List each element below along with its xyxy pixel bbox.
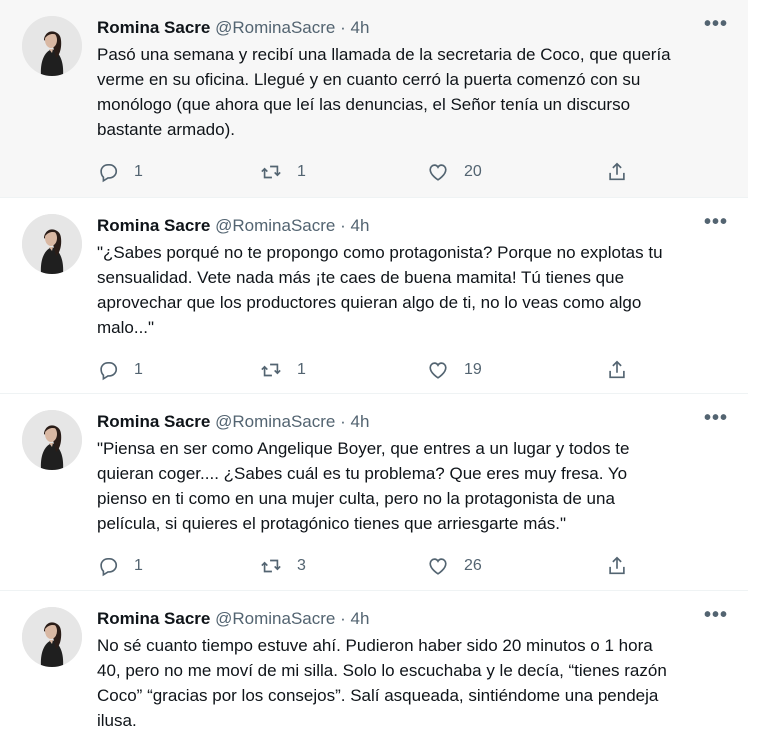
like-count: 19 [464, 361, 482, 378]
avatar[interactable] [22, 214, 82, 274]
timeline: Romina Sacre @RominaSacre · 4h ••• Pasó … [0, 0, 757, 740]
author-name[interactable]: Romina Sacre [97, 216, 210, 235]
tweet-header: Romina Sacre @RominaSacre · 4h ••• [97, 605, 728, 631]
more-icon[interactable]: ••• [704, 605, 728, 631]
separator-dot: · [340, 18, 346, 37]
tweet-actions: 1 3 26 [97, 551, 637, 581]
retweet-button[interactable]: 1 [260, 157, 306, 187]
retweet-icon [260, 161, 282, 183]
separator-dot: · [340, 216, 346, 235]
author-handle[interactable]: @RominaSacre [215, 412, 335, 431]
avatar-image [22, 214, 82, 274]
like-button[interactable]: 20 [427, 157, 482, 187]
retweet-count: 1 [297, 361, 306, 378]
like-count: 26 [464, 557, 482, 574]
heart-icon [427, 161, 449, 183]
tweet-actions: 1 1 19 [97, 355, 637, 385]
tweet-text: "Piensa en ser como Angelique Boyer, que… [97, 439, 630, 533]
author-handle[interactable]: @RominaSacre [215, 609, 335, 628]
reply-count: 1 [134, 361, 143, 378]
separator-dot: · [340, 412, 346, 431]
tweet-time[interactable]: 4h [351, 18, 370, 37]
avatar[interactable] [22, 607, 82, 667]
tweet[interactable]: Romina Sacre @RominaSacre · 4h ••• "¿Sab… [0, 198, 748, 394]
author-name[interactable]: Romina Sacre [97, 412, 210, 431]
tweet-text: "¿Sabes porqué no te propongo como prota… [97, 243, 663, 337]
author-handle[interactable]: @RominaSacre [215, 18, 335, 37]
author-name[interactable]: Romina Sacre [97, 18, 210, 37]
retweet-button[interactable]: 1 [260, 355, 306, 385]
tweet-header: Romina Sacre @RominaSacre · 4h ••• [97, 14, 728, 40]
share-button[interactable] [606, 551, 628, 581]
tweet-time[interactable]: 4h [351, 609, 370, 628]
retweet-button[interactable]: 3 [260, 551, 306, 581]
avatar-image [22, 607, 82, 667]
reply-count: 1 [134, 557, 143, 574]
avatar[interactable] [22, 410, 82, 470]
avatar-image [22, 16, 82, 76]
tweet[interactable]: Romina Sacre @RominaSacre · 4h ••• No sé… [0, 591, 748, 740]
more-icon[interactable]: ••• [704, 14, 728, 40]
reply-count: 1 [134, 163, 143, 180]
reply-button[interactable]: 1 [97, 551, 143, 581]
reply-icon [97, 555, 119, 577]
reply-button[interactable]: 1 [97, 355, 143, 385]
tweet[interactable]: Romina Sacre @RominaSacre · 4h ••• Pasó … [0, 0, 748, 198]
tweet-actions: 1 1 20 [97, 157, 637, 187]
author-name[interactable]: Romina Sacre [97, 609, 210, 628]
tweet-text: Pasó una semana y recibí una llamada de … [97, 45, 671, 139]
retweet-icon [260, 555, 282, 577]
tweet-time[interactable]: 4h [351, 216, 370, 235]
tweet-time[interactable]: 4h [351, 412, 370, 431]
separator-dot: · [340, 609, 346, 628]
tweet-header: Romina Sacre @RominaSacre · 4h ••• [97, 408, 728, 434]
heart-icon [427, 555, 449, 577]
like-button[interactable]: 26 [427, 551, 482, 581]
avatar[interactable] [22, 16, 82, 76]
reply-icon [97, 161, 119, 183]
avatar-image [22, 410, 82, 470]
reply-button[interactable]: 1 [97, 157, 143, 187]
more-icon[interactable]: ••• [704, 212, 728, 238]
tweet[interactable]: Romina Sacre @RominaSacre · 4h ••• "Pien… [0, 394, 748, 591]
share-icon [606, 359, 628, 381]
tweet-text: No sé cuanto tiempo estuve ahí. Pudieron… [97, 636, 667, 730]
like-button[interactable]: 19 [427, 355, 482, 385]
retweet-count: 3 [297, 557, 306, 574]
retweet-count: 1 [297, 163, 306, 180]
share-button[interactable] [606, 355, 628, 385]
share-button[interactable] [606, 157, 628, 187]
retweet-icon [260, 359, 282, 381]
heart-icon [427, 359, 449, 381]
share-icon [606, 555, 628, 577]
share-icon [606, 161, 628, 183]
reply-icon [97, 359, 119, 381]
like-count: 20 [464, 163, 482, 180]
tweet-header: Romina Sacre @RominaSacre · 4h ••• [97, 212, 728, 238]
author-handle[interactable]: @RominaSacre [215, 216, 335, 235]
more-icon[interactable]: ••• [704, 408, 728, 434]
